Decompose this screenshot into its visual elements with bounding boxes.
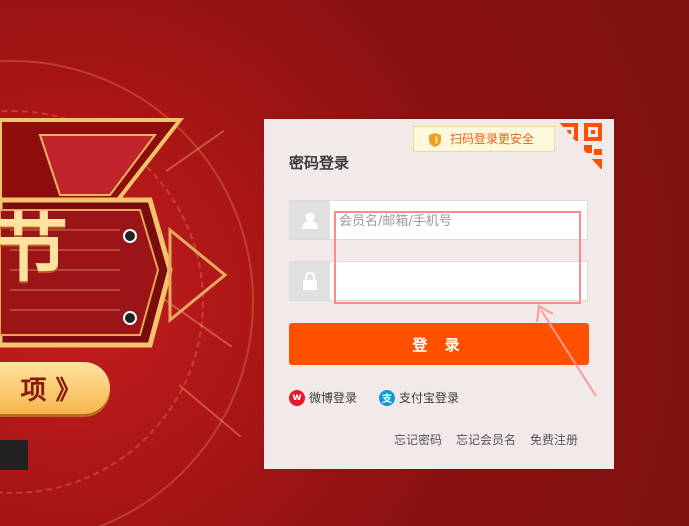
promo-banner[interactable]: 节 项 》 [0,0,260,526]
banner-cta-label: 项 》 [20,375,82,406]
qr-login-tip[interactable]: 扫码登录更安全 [413,126,555,152]
forgot-password-link[interactable]: 忘记密码 [394,431,442,448]
banner-cta-button[interactable]: 项 》 [0,362,110,414]
forgot-username-link[interactable]: 忘记会员名 [456,431,516,448]
banner-big-text: 节 [0,206,68,292]
password-field[interactable] [289,261,588,302]
alipay-login-label: 支付宝登录 [399,391,460,405]
weibo-icon: w [289,389,305,406]
lock-icon [290,262,330,300]
qr-tip-text: 扫码登录更安全 [450,132,535,146]
username-input[interactable] [330,201,587,241]
weibo-login-link[interactable]: w 微博登录 [289,389,357,406]
qr-code-icon[interactable] [556,119,608,177]
register-link[interactable]: 免费注册 [530,431,578,448]
weibo-login-label: 微博登录 [309,391,358,405]
password-input[interactable] [330,262,587,302]
account-help-links: 忘记密码 忘记会员名 免费注册 [394,431,578,448]
user-icon [290,201,330,239]
password-login-title: 密码登录 [289,154,350,172]
login-card: 扫码登录更安全 密码登录 会员名/邮箱/手机号 登 录 w 微博登录 支 支付宝… [264,119,614,469]
username-field[interactable] [289,200,588,241]
alipay-login-link[interactable]: 支 支付宝登录 [379,389,459,406]
login-button[interactable]: 登 录 [289,323,589,365]
shield-icon [429,133,441,147]
alipay-icon: 支 [379,389,395,406]
